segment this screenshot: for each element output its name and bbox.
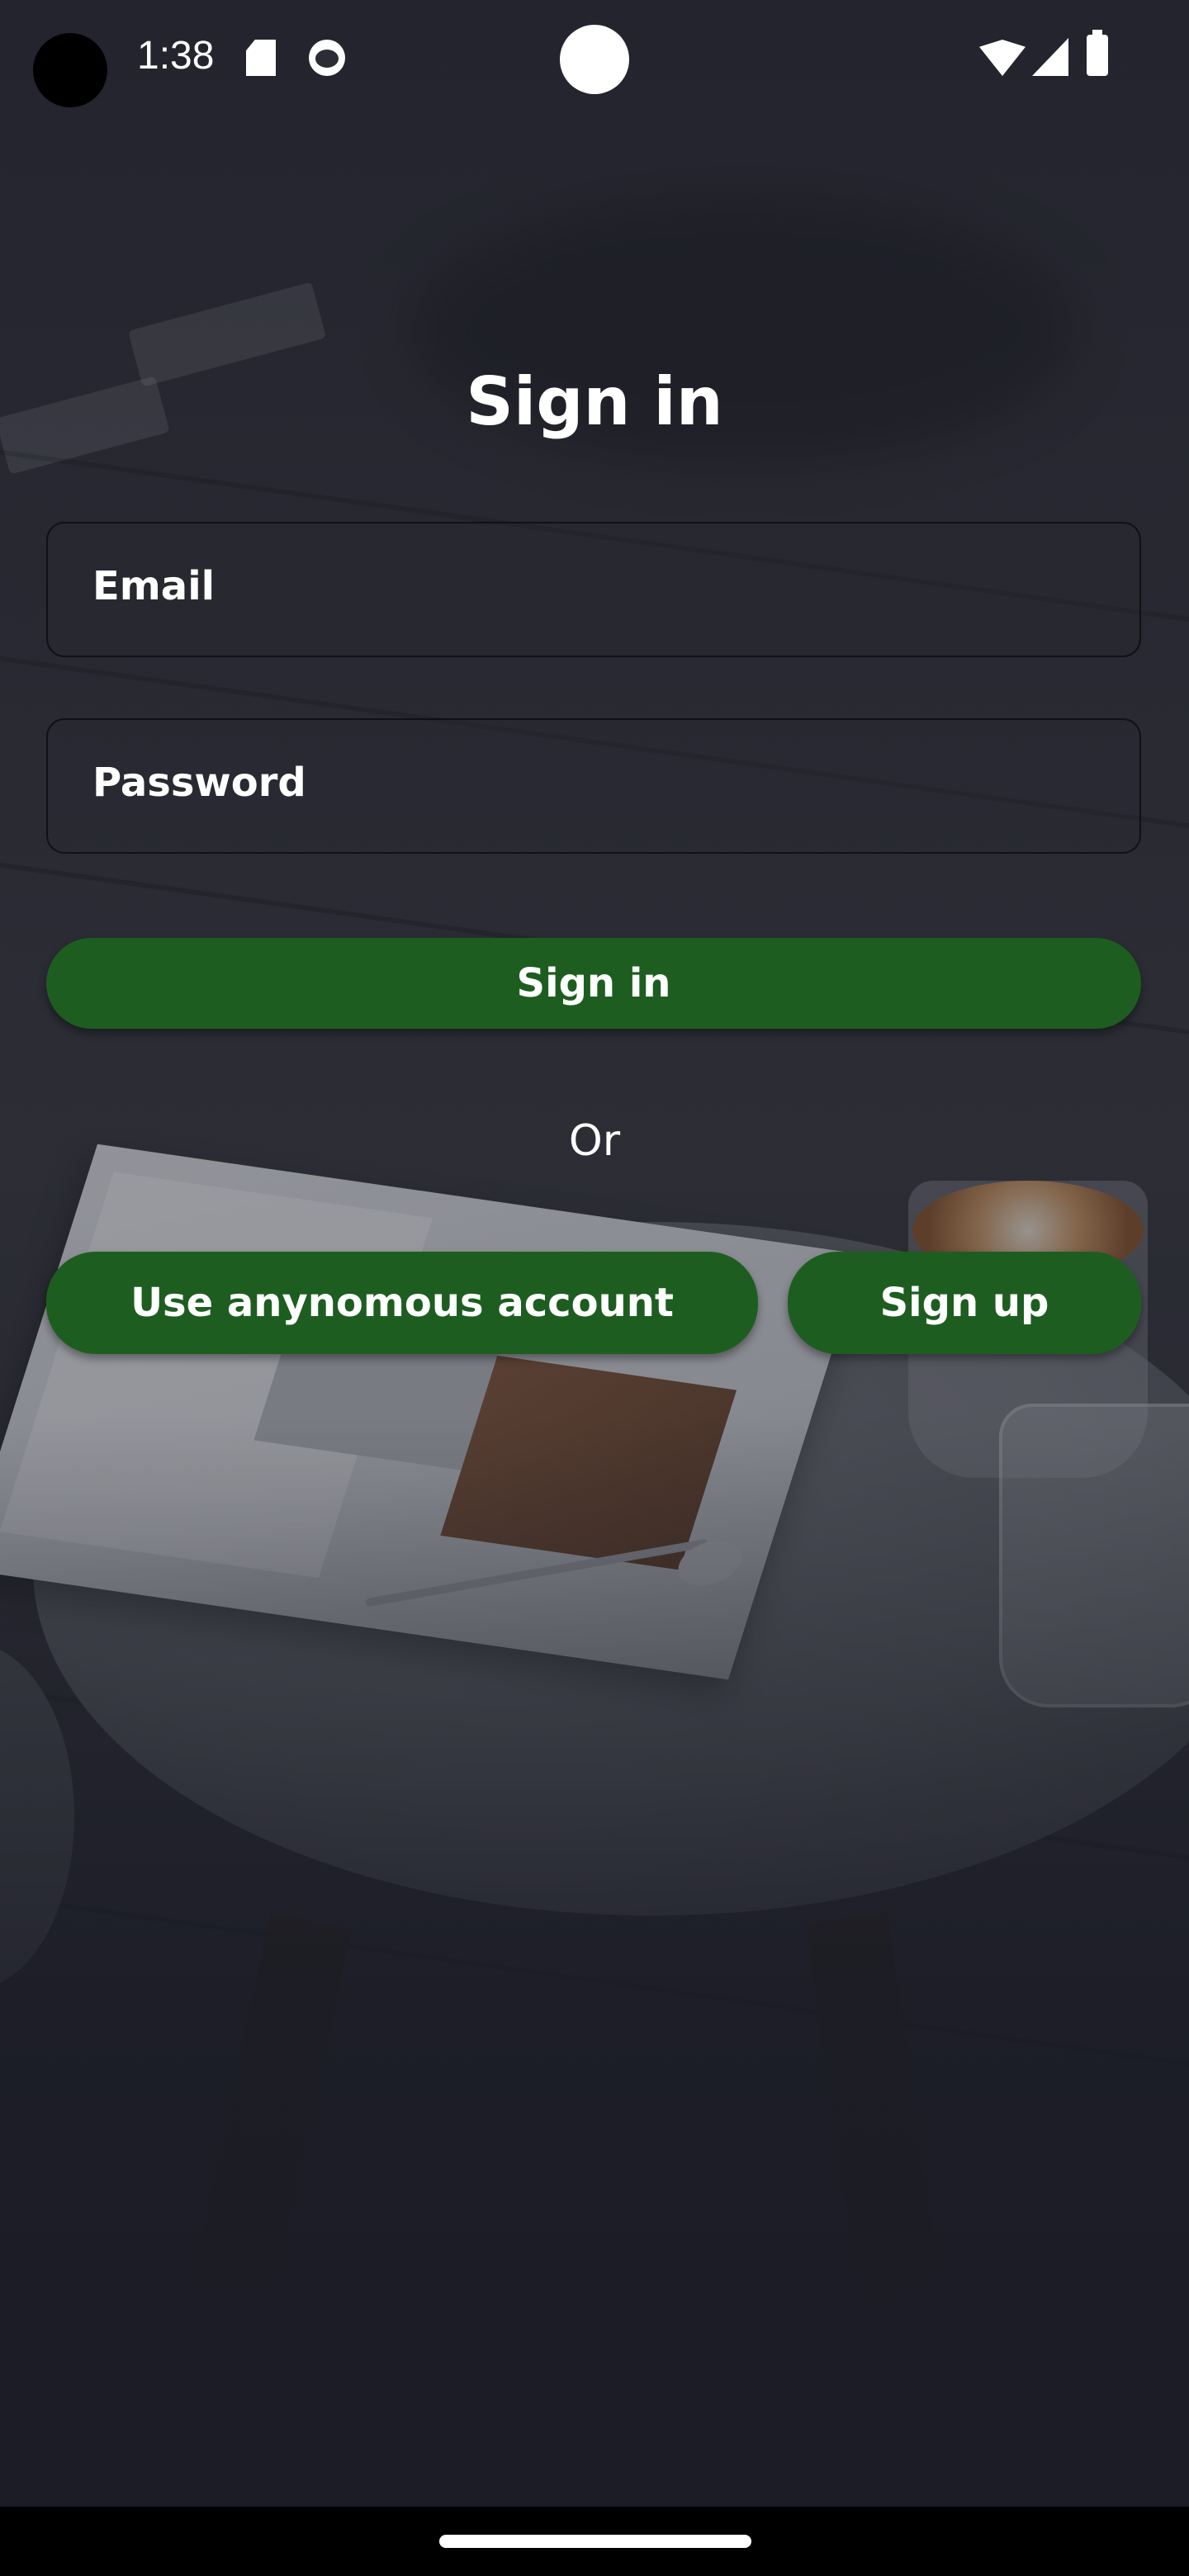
email-field[interactable]: Email <box>46 522 1141 657</box>
anonymous-account-button[interactable]: Use anynomous account <box>46 1252 758 1354</box>
notch-dot <box>560 25 629 94</box>
home-indicator[interactable] <box>439 2535 751 2548</box>
password-input[interactable] <box>48 720 1139 852</box>
face-icon <box>309 40 345 76</box>
password-field[interactable]: Password <box>46 718 1141 854</box>
or-divider-text: Or <box>568 1116 621 1166</box>
signin-form: Sign in Email Password Sign in Or Use an… <box>0 0 1189 2576</box>
sd-card-icon <box>246 40 276 76</box>
sign-in-button[interactable]: Sign in <box>46 938 1141 1029</box>
camera-cutout <box>33 33 107 107</box>
status-bar: 1:38 <box>0 0 1189 116</box>
status-time: 1:38 <box>137 34 215 78</box>
email-input[interactable] <box>48 523 1139 656</box>
signal-icon <box>1032 38 1068 76</box>
page-title: Sign in <box>466 363 723 440</box>
wifi-icon <box>979 40 1026 76</box>
sign-up-button[interactable]: Sign up <box>788 1252 1141 1354</box>
navigation-bar <box>0 2507 1189 2576</box>
sign-in-screen: 1:38 Sign in Email Password Sign in Or U… <box>0 0 1189 2576</box>
battery-icon <box>1087 30 1108 76</box>
